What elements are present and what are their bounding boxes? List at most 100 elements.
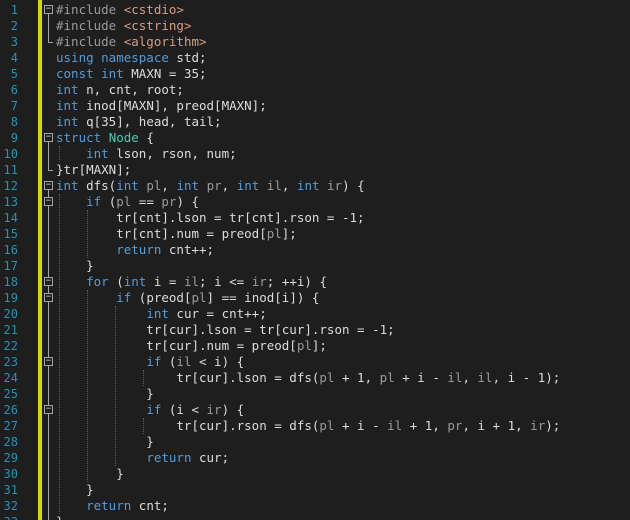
- code-token: const int: [56, 66, 132, 81]
- code-token: il: [387, 418, 403, 433]
- code-line[interactable]: 10 int lson, rson, num;: [0, 146, 630, 162]
- line-number: 10: [3, 147, 18, 161]
- code-line[interactable]: 19 − if (preod[pl] == inod[i]) {: [0, 290, 630, 306]
- code-line[interactable]: 4 using namespace std;: [0, 50, 630, 66]
- code-token: ,: [221, 178, 237, 193]
- code-text: int q[35], head, tail;: [56, 114, 222, 130]
- code-line[interactable]: 3 #include <algorithm>: [0, 34, 630, 50]
- code-text: return cnt;: [56, 498, 169, 514]
- code-token: + i -: [334, 418, 388, 433]
- code-line[interactable]: 12− int dfs(int pl, int pr, int il, int i…: [0, 178, 630, 194]
- code-line[interactable]: 5 const int MAXN = 35;: [0, 66, 630, 82]
- code-token: ) {: [221, 402, 245, 417]
- line-number: 9: [10, 131, 18, 145]
- collapse-icon[interactable]: −: [44, 277, 53, 286]
- code-text: }: [56, 514, 64, 520]
- code-text: tr[cur].rson = dfs(pl + i - il + 1, pr, …: [56, 418, 560, 434]
- code-token: pl: [319, 418, 335, 433]
- code-token: ir: [530, 418, 546, 433]
- collapse-icon[interactable]: −: [44, 405, 53, 414]
- collapse-icon[interactable]: −: [44, 357, 53, 366]
- code-line[interactable]: 31 }: [0, 482, 630, 498]
- code-line[interactable]: 18 − for (int i = il; i <= ir; ++i) {: [0, 274, 630, 290]
- code-line[interactable]: 14 tr[cnt].lson = tr[cnt].rson = -1;: [0, 210, 630, 226]
- code-token: }: [56, 258, 94, 273]
- code-text: #include <algorithm>: [56, 34, 207, 50]
- code-text: int n, cnt, root;: [56, 82, 184, 98]
- line-number: 3: [10, 35, 18, 49]
- code-text: #include <cstdio>: [56, 2, 184, 18]
- code-token: pl: [191, 290, 207, 305]
- line-number: 33: [0, 514, 18, 520]
- line-number: 18: [3, 275, 18, 289]
- collapse-icon[interactable]: −: [44, 293, 53, 302]
- code-token: #include: [56, 18, 124, 33]
- code-line[interactable]: 15 tr[cnt].num = preod[pl];: [0, 226, 630, 242]
- code-token: {: [138, 130, 154, 145]
- code-token: pl: [379, 370, 395, 385]
- code-line[interactable]: 6 int n, cnt, root;: [0, 82, 630, 98]
- code-line[interactable]: 13 − if (pl == pr) {: [0, 194, 630, 210]
- code-token: pl: [146, 178, 162, 193]
- code-line[interactable]: 23 − if (il < i) {: [0, 354, 630, 370]
- line-number: 27: [3, 419, 18, 433]
- code-line[interactable]: 32 return cnt;: [0, 498, 630, 514]
- code-line[interactable]: 11}tr[MAXN];: [0, 162, 630, 178]
- code-token: + 1,: [334, 370, 380, 385]
- code-token: cnt++;: [168, 242, 215, 257]
- code-token: int: [56, 178, 87, 193]
- code-token: pr: [206, 178, 222, 193]
- code-line[interactable]: 26 − if (i < ir) {: [0, 402, 630, 418]
- code-line[interactable]: 33}: [0, 514, 630, 520]
- code-text: return cnt++;: [56, 242, 214, 258]
- code-text: if (i < ir) {: [56, 402, 244, 418]
- code-line[interactable]: 25 }: [0, 386, 630, 402]
- code-token: }tr[MAXN];: [56, 162, 132, 177]
- code-line[interactable]: 17 }: [0, 258, 630, 274]
- code-token: cur;: [199, 450, 230, 465]
- code-line[interactable]: 16 return cnt++;: [0, 242, 630, 258]
- code-token: }: [56, 514, 64, 520]
- code-line[interactable]: 30 }: [0, 466, 630, 482]
- line-number: 8: [10, 115, 18, 129]
- code-token: , i + 1,: [462, 418, 531, 433]
- line-number: 1: [10, 3, 18, 17]
- code-line[interactable]: 22 tr[cur].num = preod[pl];: [0, 338, 630, 354]
- collapse-icon[interactable]: −: [44, 197, 53, 206]
- code-line[interactable]: 20 int cur = cnt++;: [0, 306, 630, 322]
- code-token: , i - 1);: [492, 370, 561, 385]
- code-token: Node: [108, 130, 139, 145]
- code-token: ==: [131, 194, 162, 209]
- code-token: ir: [251, 274, 267, 289]
- code-line[interactable]: 1 − #include <cstdio>: [0, 2, 630, 18]
- code-line[interactable]: 2 #include <cstring>: [0, 18, 630, 34]
- code-text: int dfs(int pl, int pr, int il, int ir) …: [56, 178, 365, 194]
- code-token: int: [56, 82, 87, 97]
- code-line[interactable]: 7 int inod[MAXN], preod[MAXN];: [0, 98, 630, 114]
- code-editor[interactable]: 1− #include <cstdio> 2 #include <cstring> 3 #…: [0, 0, 630, 520]
- line-number: 14: [3, 211, 18, 225]
- code-line[interactable]: 28 }: [0, 434, 630, 450]
- collapse-icon[interactable]: −: [44, 181, 53, 190]
- line-number: 19: [3, 291, 18, 305]
- code-token: std;: [176, 50, 207, 65]
- code-token: < i) {: [191, 354, 245, 369]
- code-text: }tr[MAXN];: [56, 162, 131, 178]
- code-token: int: [236, 178, 267, 193]
- code-line[interactable]: 29 return cur;: [0, 450, 630, 466]
- code-line[interactable]: 24 tr[cur].lson = dfs(pl + 1, pl + i - i…: [0, 370, 630, 386]
- code-line[interactable]: 21 tr[cur].lson = tr[cur].rson = -1;: [0, 322, 630, 338]
- code-text: return cur;: [56, 450, 229, 466]
- code-token: }: [56, 434, 154, 449]
- code-token: tr[cnt].lson = tr[cnt].rson = -1;: [56, 210, 365, 225]
- code-line[interactable]: 9 − struct Node {: [0, 130, 630, 146]
- code-line[interactable]: 8 int q[35], head, tail;: [0, 114, 630, 130]
- collapse-icon[interactable]: −: [44, 133, 53, 142]
- collapse-icon[interactable]: −: [44, 5, 53, 14]
- code-line[interactable]: 27 tr[cur].rson = dfs(pl + i - il + 1, p…: [0, 418, 630, 434]
- line-number: 25: [3, 387, 18, 401]
